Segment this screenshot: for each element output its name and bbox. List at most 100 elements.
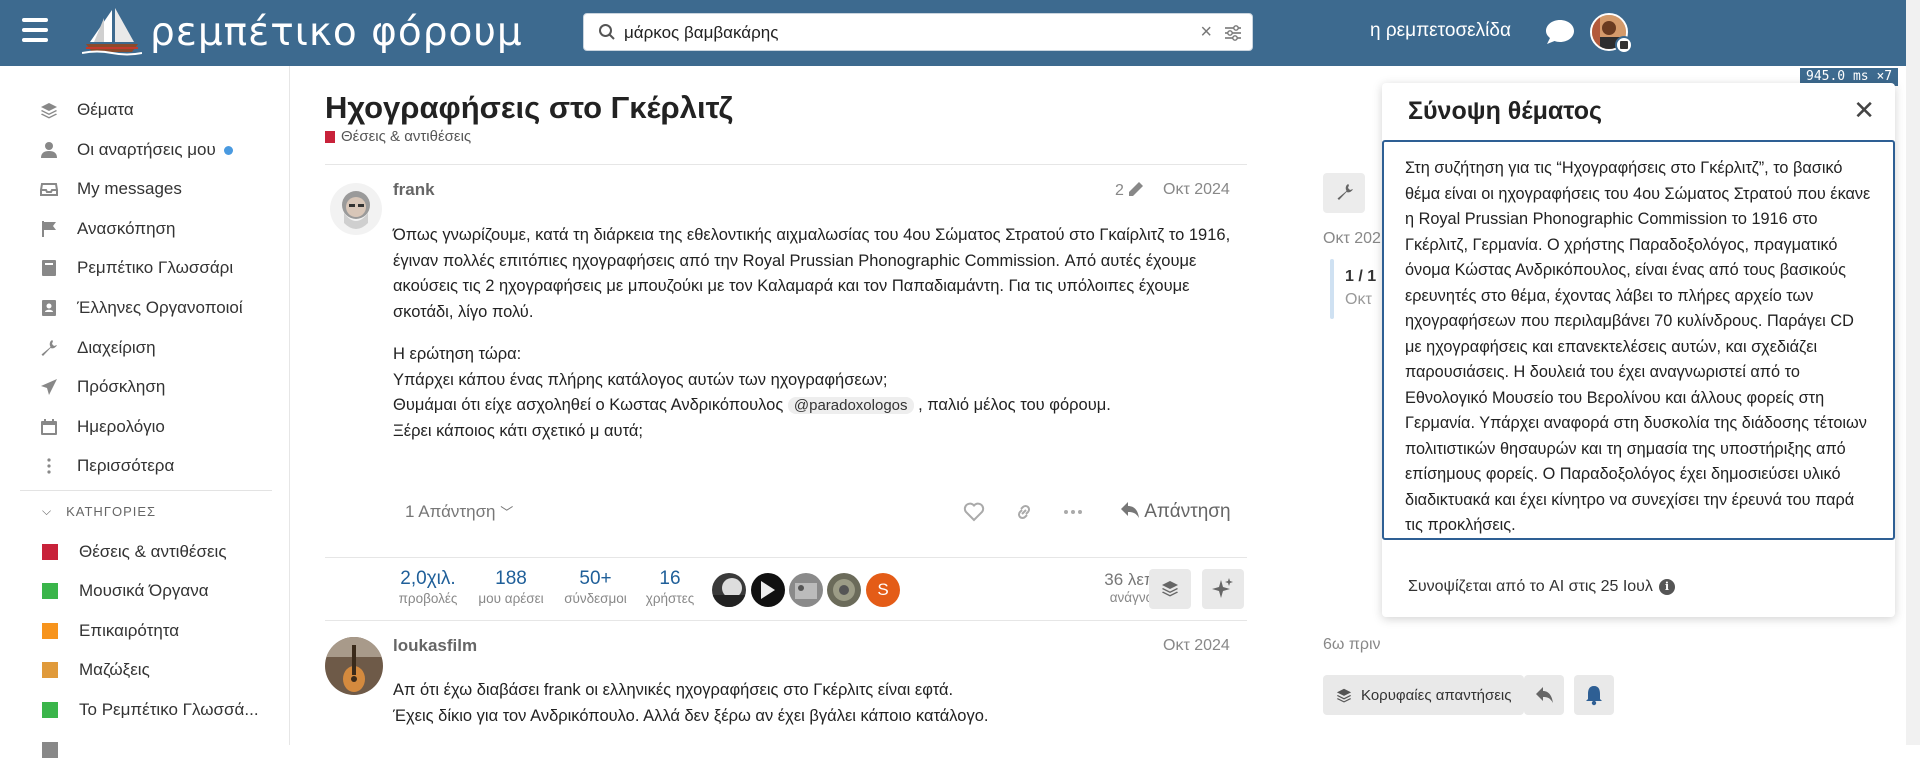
participant-avatar[interactable] bbox=[789, 573, 823, 607]
participant-avatar[interactable] bbox=[751, 573, 785, 607]
sidebar-category[interactable]: Μουσικά Όργανα bbox=[40, 576, 209, 606]
top-header: ρεμπέτικο φόρουμ × η ρεμπετοσελίδα bbox=[0, 0, 1920, 66]
sidebar-item-my-posts[interactable]: Οι αναρτήσεις μου bbox=[40, 135, 233, 165]
sidebar-category[interactable]: Μαζώξεις bbox=[40, 655, 150, 685]
category-color-swatch bbox=[325, 130, 335, 143]
sidebar-item-calendar[interactable]: Ημερολόγιο bbox=[40, 412, 165, 442]
sidebar-item-label: Πρόσκληση bbox=[77, 377, 166, 396]
post-line: Θυμάμαι ότι είχε ασχοληθεί ο Κωστας Ανδρ… bbox=[393, 396, 1111, 414]
site-link[interactable]: η ρεμπετοσελίδα bbox=[1370, 20, 1511, 42]
post-author-name[interactable]: loukasfilm bbox=[393, 636, 477, 656]
sidebar-item-glossary[interactable]: Ρεμπέτικο Γλωσσάρι bbox=[40, 253, 233, 283]
timeline-reply-button[interactable] bbox=[1524, 675, 1564, 715]
link-icon[interactable] bbox=[1013, 502, 1035, 522]
notifications-bell-button[interactable] bbox=[1574, 675, 1614, 715]
contact-book-icon bbox=[42, 300, 56, 316]
timeline-start-date[interactable]: Οκτ 202 bbox=[1323, 230, 1381, 248]
participant-avatar[interactable] bbox=[827, 573, 861, 607]
user-mention[interactable]: @paradoxologos bbox=[787, 397, 914, 414]
category-label: Θέσεις & αντιθέσεις bbox=[79, 542, 227, 561]
book-icon bbox=[42, 260, 56, 276]
post-author-avatar[interactable] bbox=[330, 183, 382, 235]
post-controls: 1 Απάντηση ﹀ Απάντηση bbox=[405, 498, 1235, 528]
logo-text[interactable]: ρεμπέτικο φόρουμ bbox=[150, 10, 523, 55]
categories-header[interactable]: ⌵ ΚΑΤΗΓΟΡΙΕΣ bbox=[42, 504, 156, 519]
category-label: Το Ρεμπέτικο Γλωσσά... bbox=[79, 700, 259, 719]
sidebar-item-label: Διαχείριση bbox=[77, 338, 156, 357]
layers-icon bbox=[41, 103, 57, 119]
stat-likes: 188 μου αρέσει bbox=[478, 568, 544, 606]
topic-summary-panel: Σύνοψη θέματος ✕ Στη συζήτηση για τις “Η… bbox=[1382, 83, 1895, 617]
topic-divider bbox=[325, 164, 1247, 165]
timeline-position-date: Οκτ bbox=[1345, 291, 1372, 308]
summary-title: Σύνοψη θέματος bbox=[1408, 97, 1602, 125]
more-actions-icon[interactable] bbox=[1062, 502, 1084, 522]
post-author-name[interactable]: frank bbox=[393, 180, 435, 200]
top-replies-button[interactable]: Κορυφαίες απαντήσεις bbox=[1323, 675, 1525, 715]
like-heart-icon[interactable] bbox=[963, 502, 985, 522]
reply-button[interactable]: Απάντηση bbox=[1120, 501, 1231, 523]
chevron-down-icon: ⌵ bbox=[42, 504, 53, 518]
timeline-scrollbar[interactable] bbox=[1330, 259, 1334, 319]
sidebar-category-partial[interactable] bbox=[40, 735, 79, 765]
pencil-icon bbox=[1129, 182, 1144, 196]
layers-icon bbox=[1336, 688, 1352, 703]
timeline-last-activity[interactable]: 6ω πριν bbox=[1323, 636, 1381, 654]
sidebar-category[interactable]: Θέσεις & αντιθέσεις bbox=[40, 537, 227, 567]
post-edit-count[interactable]: 2 bbox=[1115, 181, 1144, 200]
sidebar-item-admin[interactable]: Διαχείριση bbox=[40, 333, 156, 363]
sidebar-item-label: Έλληνες Οργανοποιοί bbox=[77, 298, 243, 317]
ai-summary-button[interactable] bbox=[1202, 569, 1244, 609]
category-label: Μαζώξεις bbox=[79, 660, 150, 679]
admin-wrench-button[interactable] bbox=[1323, 173, 1365, 213]
info-icon[interactable]: i bbox=[1658, 579, 1675, 595]
sidebar-item-review[interactable]: Ανασκόπηση bbox=[40, 214, 176, 244]
sidebar-item-more[interactable]: Περισσότερα bbox=[40, 451, 174, 481]
participant-avatar[interactable]: S bbox=[866, 573, 900, 607]
post-line: Υπάρχει κάπου ένας πλήρης κατάλογος αυτώ… bbox=[393, 370, 888, 389]
post-paragraph: Όπως γνωρίζουμε, κατά τη διάρκεια της εθ… bbox=[393, 226, 1231, 321]
stat-users[interactable]: 16 χρήστες bbox=[640, 568, 700, 606]
sidebar-category[interactable]: Επικαιρότητα bbox=[40, 616, 179, 646]
topic-title[interactable]: Ηχογραφήσεις στο Γκέρλιτζ bbox=[325, 90, 733, 126]
search-options-icon[interactable] bbox=[1224, 24, 1242, 42]
topic-category-badge[interactable]: Θέσεις & αντιθέσεις bbox=[325, 128, 471, 145]
post-author-avatar[interactable] bbox=[325, 637, 383, 695]
participant-avatar[interactable] bbox=[712, 573, 746, 607]
close-icon[interactable]: ✕ bbox=[1853, 97, 1875, 123]
show-replies-button[interactable]: 1 Απάντηση ﹀ bbox=[405, 502, 513, 522]
timeline-position: 1 / 1 bbox=[1345, 268, 1377, 285]
sidebar-item-messages[interactable]: My messages bbox=[40, 174, 182, 204]
sidebar-item-makers[interactable]: Έλληνες Οργανοποιοί bbox=[40, 293, 243, 323]
sidebar-item-label: Ανασκόπηση bbox=[77, 219, 176, 238]
sidebar-item-label: Οι αναρτήσεις μου bbox=[77, 140, 216, 159]
sidebar-item-label: Περισσότερα bbox=[77, 456, 175, 475]
search-box[interactable]: × bbox=[583, 13, 1253, 51]
post-line: Η ερώτηση τώρα: bbox=[393, 345, 522, 363]
search-input[interactable] bbox=[624, 21, 1164, 45]
page-scrollbar[interactable] bbox=[1906, 0, 1920, 745]
sidebar-item-invite[interactable]: Πρόσκληση bbox=[40, 372, 165, 402]
sidebar-category[interactable]: Το Ρεμπέτικο Γλωσσά... bbox=[40, 695, 259, 725]
chevron-down-icon: ﹀ bbox=[500, 505, 514, 520]
wrench-icon bbox=[1337, 184, 1353, 200]
wrench-icon bbox=[41, 340, 57, 356]
clear-search-icon[interactable]: × bbox=[1200, 22, 1212, 42]
category-label: Μουσικά Όργανα bbox=[79, 581, 209, 600]
post-date[interactable]: Οκτ 2024 bbox=[1163, 637, 1230, 655]
unread-dot bbox=[223, 145, 233, 155]
ellipsis-vertical-icon bbox=[47, 458, 51, 474]
post-line: Έχεις δίκιο για τον Ανδρικόπουλο. Αλλά δ… bbox=[393, 706, 989, 725]
hamburger-menu-icon[interactable] bbox=[22, 18, 48, 42]
sidebar-item-label: Ημερολόγιο bbox=[77, 417, 165, 436]
summary-toggle-button[interactable] bbox=[1149, 569, 1191, 609]
sidebar-item-topics[interactable]: Θέματα bbox=[40, 95, 134, 125]
logo-boat-icon[interactable] bbox=[82, 6, 142, 56]
chat-icon[interactable] bbox=[1544, 18, 1576, 46]
category-label: Επικαιρότητα bbox=[79, 621, 180, 640]
post-body: Απ ότι έχω διαβάσει frank οι ελληνικές η… bbox=[393, 678, 1243, 729]
calendar-icon bbox=[41, 419, 57, 435]
stat-links[interactable]: 50+ σύνδεσμοι bbox=[558, 568, 633, 606]
post-date[interactable]: Οκτ 2024 bbox=[1163, 181, 1230, 199]
category-color-swatch bbox=[42, 662, 58, 678]
